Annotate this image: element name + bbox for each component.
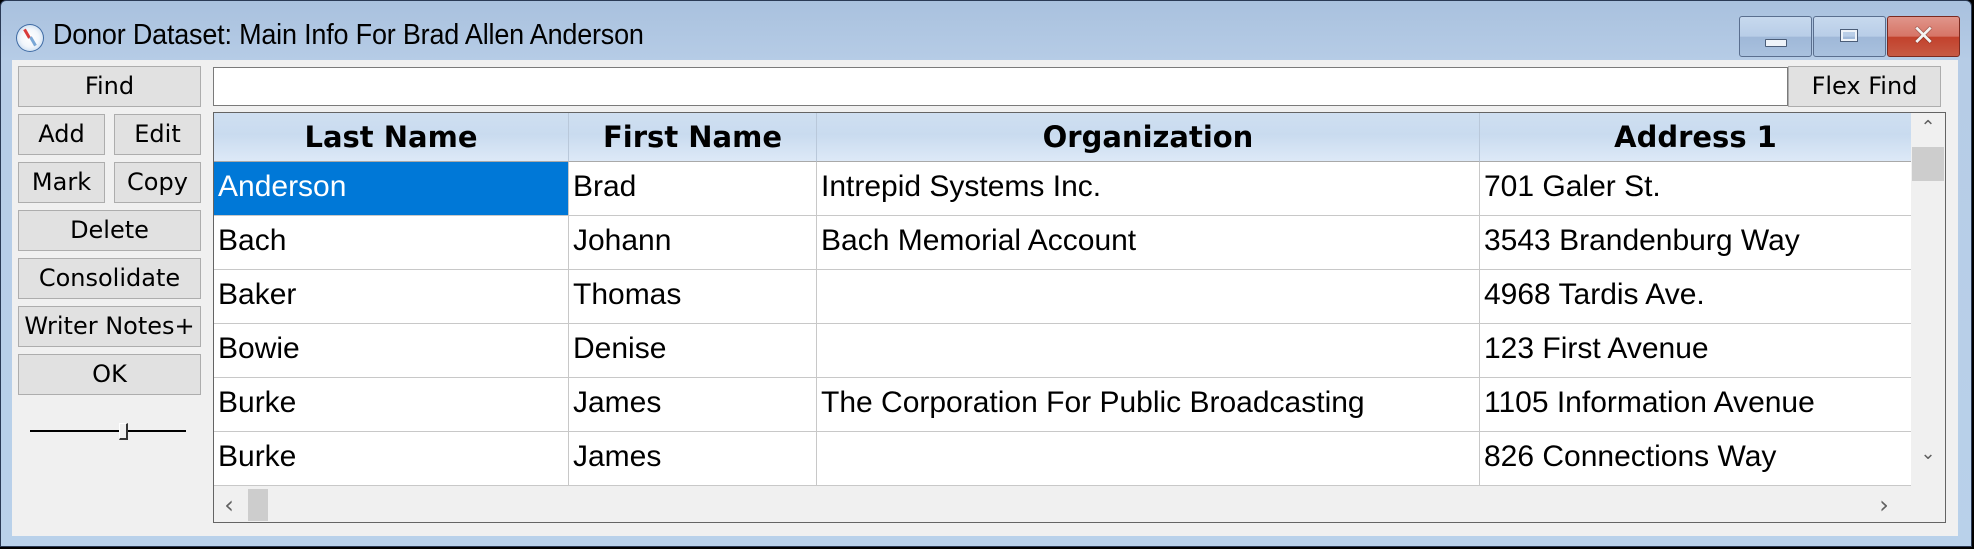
cell-first-name[interactable]: James bbox=[569, 378, 817, 432]
vertical-scroll-thumb[interactable] bbox=[1912, 147, 1944, 181]
find-button[interactable]: Find bbox=[18, 66, 201, 107]
close-icon: ✕ bbox=[1911, 19, 1936, 52]
edit-button[interactable]: Edit bbox=[114, 114, 201, 155]
cell-last-name[interactable]: Burke bbox=[214, 378, 569, 432]
horizontal-scrollbar[interactable]: ‹ › bbox=[214, 486, 1911, 522]
writer-notes-button[interactable]: Writer Notes+ bbox=[18, 306, 201, 347]
copy-button[interactable]: Copy bbox=[114, 162, 201, 203]
cell-organization[interactable] bbox=[817, 324, 1480, 378]
cell-organization[interactable] bbox=[817, 432, 1480, 486]
table-row[interactable]: Burke James 826 Connections Way bbox=[214, 432, 1911, 486]
mark-button[interactable]: Mark bbox=[18, 162, 105, 203]
table-row[interactable]: Burke James The Corporation For Public Bro… bbox=[214, 378, 1911, 432]
cell-last-name[interactable]: Bowie bbox=[214, 324, 569, 378]
scroll-down-icon[interactable]: ⌄ bbox=[1911, 443, 1945, 464]
cell-organization[interactable]: The Corporation For Public Broadcasting bbox=[817, 378, 1480, 432]
cell-organization[interactable]: Intrepid Systems Inc. bbox=[817, 162, 1480, 216]
scroll-right-icon[interactable]: › bbox=[1869, 491, 1899, 519]
table-row[interactable]: Anderson Brad Intrepid Systems Inc. 701 Gal… bbox=[214, 162, 1911, 216]
table-row[interactable]: Bowie Denise 123 First Avenue bbox=[214, 324, 1911, 378]
maximize-button[interactable] bbox=[1813, 16, 1886, 57]
table-row[interactable]: Baker Thomas 4968 Tardis Ave. bbox=[214, 270, 1911, 324]
table-body: Last Name First Name Organization Addres… bbox=[214, 113, 1911, 486]
search-input[interactable] bbox=[213, 67, 1788, 106]
cell-address-1[interactable]: 826 Connections Way bbox=[1480, 432, 1911, 486]
cell-last-name[interactable]: Bach bbox=[214, 216, 569, 270]
title-bar[interactable]: Donor Dataset: Main Info For Brad Allen … bbox=[1, 1, 1971, 61]
zoom-slider-thumb[interactable] bbox=[118, 423, 128, 440]
minimize-button[interactable] bbox=[1739, 16, 1812, 57]
cell-last-name[interactable]: Burke bbox=[214, 432, 569, 486]
cell-first-name[interactable]: Denise bbox=[569, 324, 817, 378]
ok-button[interactable]: OK bbox=[18, 354, 201, 395]
cell-address-1[interactable]: 123 First Avenue bbox=[1480, 324, 1911, 378]
delete-button[interactable]: Delete bbox=[18, 210, 201, 251]
donor-table: Last Name First Name Organization Addres… bbox=[213, 112, 1946, 523]
cell-organization[interactable] bbox=[817, 270, 1480, 324]
flex-find-button[interactable]: Flex Find bbox=[1788, 66, 1941, 107]
scroll-left-icon[interactable]: ‹ bbox=[214, 491, 244, 519]
cell-first-name[interactable]: Thomas bbox=[569, 270, 817, 324]
zoom-slider-track[interactable] bbox=[30, 430, 186, 432]
cell-first-name[interactable]: Brad bbox=[569, 162, 817, 216]
maximize-icon bbox=[1840, 29, 1858, 42]
column-header-last-name[interactable]: Last Name bbox=[214, 113, 569, 162]
cell-address-1[interactable]: 701 Galer St. bbox=[1480, 162, 1911, 216]
column-header-address-1[interactable]: Address 1 bbox=[1480, 113, 1911, 162]
add-button[interactable]: Add bbox=[18, 114, 105, 155]
column-header-first-name[interactable]: First Name bbox=[569, 113, 817, 162]
compass-icon[interactable] bbox=[16, 24, 44, 52]
cell-first-name[interactable]: James bbox=[569, 432, 817, 486]
table-row[interactable]: Bach Johann Bach Memorial Account 3543 Bran… bbox=[214, 216, 1911, 270]
cell-address-1[interactable]: 3543 Brandenburg Way bbox=[1480, 216, 1911, 270]
cell-address-1[interactable]: 4968 Tardis Ave. bbox=[1480, 270, 1911, 324]
close-button[interactable]: ✕ bbox=[1887, 16, 1960, 57]
minimize-icon bbox=[1765, 39, 1787, 47]
cell-last-name[interactable]: Baker bbox=[214, 270, 569, 324]
cell-address-1[interactable]: 1105 Information Avenue bbox=[1480, 378, 1911, 432]
cell-first-name[interactable]: Johann bbox=[569, 216, 817, 270]
consolidate-button[interactable]: Consolidate bbox=[18, 258, 201, 299]
window-title: Donor Dataset: Main Info For Brad Allen … bbox=[53, 19, 644, 51]
horizontal-scroll-thumb[interactable] bbox=[248, 489, 268, 521]
cell-organization[interactable]: Bach Memorial Account bbox=[817, 216, 1480, 270]
cell-last-name[interactable]: Anderson bbox=[214, 162, 569, 216]
column-header-organization[interactable]: Organization bbox=[817, 113, 1480, 162]
scroll-up-icon[interactable]: ⌃ bbox=[1911, 117, 1945, 138]
vertical-scrollbar[interactable]: ⌃ ⌄ bbox=[1911, 113, 1945, 486]
